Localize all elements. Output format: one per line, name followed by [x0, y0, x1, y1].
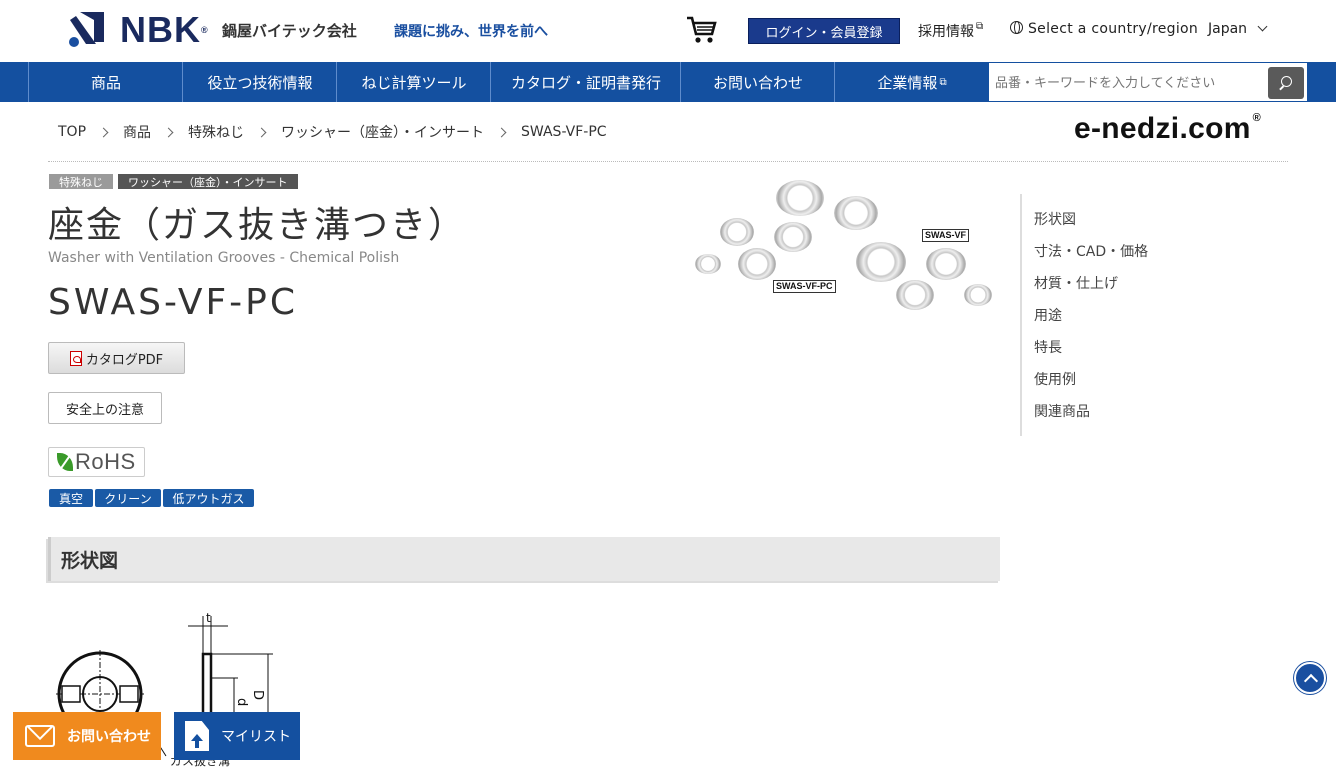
washer-image: [856, 242, 906, 282]
search-input[interactable]: [995, 71, 1265, 95]
drawing-label-d: d: [234, 698, 249, 706]
sidenav-item-material[interactable]: 材質・仕上げ: [1034, 273, 1118, 293]
breadcrumb: TOP 商品 特殊ねじ ワッシャー（座金）・インサート SWAS-VF-PC: [58, 122, 607, 142]
divider: [48, 161, 1288, 162]
search-icon[interactable]: [1268, 67, 1304, 99]
product-photo: SWAS-VF SWAS-VF-PC: [690, 176, 995, 316]
tagline: 課題に挑み、世界を前へ: [394, 24, 548, 40]
cart-icon[interactable]: [686, 14, 718, 46]
floating-contact-button[interactable]: お問い合わせ: [13, 712, 161, 760]
floating-mylist-button[interactable]: マイリスト: [174, 712, 300, 760]
page-subtitle: Washer with Ventilation Grooves - Chemic…: [48, 250, 400, 266]
washer-image: [896, 280, 934, 310]
external-link-icon: ⧉: [976, 21, 984, 32]
globe-icon: [1010, 21, 1023, 34]
washer-image: [738, 248, 776, 280]
nav-item-contact[interactable]: お問い合わせ: [680, 62, 835, 102]
company-name: 鍋屋バイテック会社: [222, 22, 357, 40]
washer-image: [834, 196, 878, 230]
breadcrumb-washers[interactable]: ワッシャー（座金）・インサート: [281, 122, 484, 142]
chevron-right-icon: [163, 127, 174, 137]
sidenav-item-examples[interactable]: 使用例: [1034, 369, 1076, 389]
chevron-right-icon: [256, 127, 267, 137]
pdf-icon: [69, 350, 82, 366]
breadcrumb-special-screws[interactable]: 特殊ねじ: [188, 122, 244, 142]
sidenav-item-features[interactable]: 特長: [1034, 337, 1062, 357]
sidenav-item-uses[interactable]: 用途: [1034, 305, 1062, 325]
washer-image: [774, 222, 812, 252]
badge-clean: クリーン: [95, 489, 161, 507]
badge-vacuum: 真空: [49, 489, 93, 507]
sidenav-item-dimensions[interactable]: 寸法・CAD・価格: [1034, 241, 1148, 261]
photo-label-vf: SWAS-VF: [922, 229, 970, 242]
login-button[interactable]: ログイン・会員登録: [748, 18, 900, 44]
nav-item-company[interactable]: 企業情報 ⧉: [834, 62, 989, 102]
chevron-right-icon: [98, 127, 109, 137]
breadcrumb-products[interactable]: 商品: [123, 122, 151, 142]
subcategory-tag[interactable]: ワッシャー（座金）・インサート: [118, 174, 298, 189]
breadcrumb-top[interactable]: TOP: [58, 124, 86, 140]
chevron-down-icon: [1257, 21, 1268, 32]
category-tag[interactable]: 特殊ねじ: [49, 174, 113, 189]
leaf-icon: [57, 453, 73, 471]
page-title: 座金（ガス抜き溝つき）: [48, 205, 467, 246]
washer-image: [926, 248, 966, 280]
scroll-to-top-button[interactable]: [1294, 662, 1326, 694]
washer-image: [964, 284, 992, 306]
document-upload-icon: [185, 721, 209, 751]
page-side-nav: 形状図 寸法・CAD・価格 材質・仕上げ 用途 特長 使用例 関連商品: [1020, 194, 1220, 436]
nav-item-products[interactable]: 商品: [28, 62, 183, 102]
washer-image: [720, 218, 754, 246]
nav-item-calc-tools[interactable]: ねじ計算ツール: [336, 62, 491, 102]
safety-notes-button[interactable]: 安全上の注意: [48, 392, 162, 424]
section-header-shape: 形状図: [48, 537, 1000, 581]
nbk-logo-mark-icon: [69, 12, 104, 47]
drawing-label-D: D: [250, 690, 265, 700]
brand-name: NBK®: [120, 9, 209, 50]
site-header: NBK® 鍋屋バイテック会社 課題に挑み、世界を前へ ログイン・会員登録 採用情…: [0, 0, 1336, 62]
section-title: 形状図: [61, 550, 119, 572]
sidenav-item-related[interactable]: 関連商品: [1034, 401, 1090, 421]
badge-low-outgas: 低アウトガス: [163, 489, 254, 507]
drawing-label-t: t: [206, 611, 211, 625]
mail-icon: [25, 725, 55, 747]
rohs-badge: RoHS: [48, 447, 145, 477]
search-box: [988, 62, 1308, 102]
country-dropdown[interactable]: Japan: [1208, 21, 1268, 37]
nav-item-catalog[interactable]: カタログ・証明書発行: [490, 62, 681, 102]
breadcrumb-current: SWAS-VF-PC: [521, 124, 607, 140]
sidenav-item-shape[interactable]: 形状図: [1034, 209, 1076, 229]
chevron-right-icon: [496, 127, 507, 137]
nbk-logo[interactable]: NBK®: [68, 12, 209, 48]
product-code: SWAS-VF-PC: [48, 282, 299, 323]
washer-image: [695, 254, 721, 274]
region-selector[interactable]: Select a country/region: [1010, 21, 1198, 37]
nav-item-tech-info[interactable]: 役立つ技術情報: [182, 62, 337, 102]
enedzi-logo[interactable]: e-nedzi.com ®: [1074, 112, 1261, 146]
external-link-icon: ⧉: [939, 76, 947, 88]
photo-label-vf-pc: SWAS-VF-PC: [773, 280, 836, 293]
catalog-pdf-button[interactable]: カタログPDF: [48, 342, 185, 374]
washer-image: [776, 180, 824, 216]
recruit-link[interactable]: 採用情報 ⧉: [918, 21, 983, 41]
